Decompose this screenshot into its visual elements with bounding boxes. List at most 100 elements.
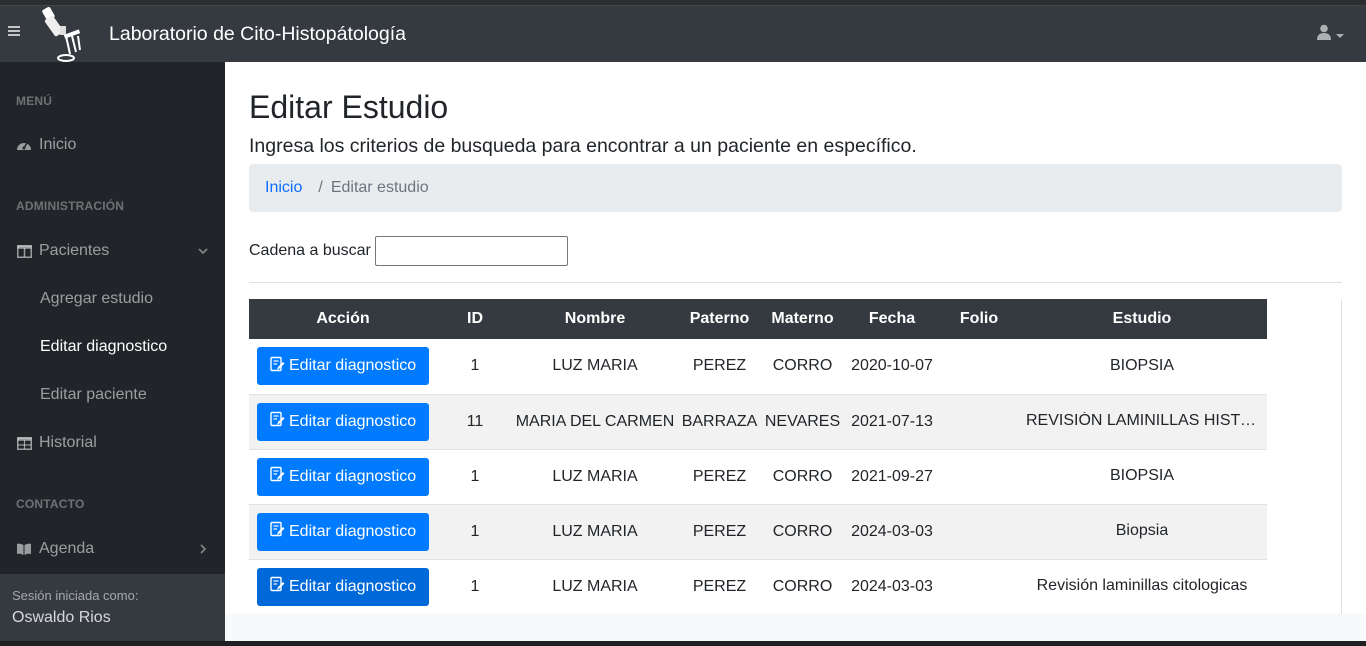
app-brand[interactable]: Laboratorio de Cito-Histopátología bbox=[109, 23, 406, 46]
sidebar-item-label: Historial bbox=[39, 434, 97, 451]
column-header-fecha[interactable]: Fecha bbox=[843, 299, 941, 339]
sidebar-item-label: Pacientes bbox=[39, 242, 110, 259]
window-bottom-edge bbox=[0, 641, 1366, 646]
estudio-text: REVISIÓN LAMINILLAS HISTOL... bbox=[1026, 412, 1258, 430]
user-menu-toggle[interactable] bbox=[1316, 24, 1344, 45]
table-row: Editar diagnostico 1 LUZ MARIA PEREZ COR… bbox=[249, 504, 1267, 560]
table-header-row: Acción ID Nombre Paterno Materno Fecha F… bbox=[249, 299, 1267, 339]
cell-paterno: BARRAZA bbox=[677, 394, 762, 450]
sidebar-item-label: Agregar estudio bbox=[40, 290, 153, 307]
sidebar-item-agenda[interactable]: Agenda bbox=[0, 529, 225, 569]
edit-diagnostic-button[interactable]: Editar diagnostico bbox=[257, 567, 429, 606]
sidebar-item-label: Editar diagnostico bbox=[40, 338, 168, 355]
cell-folio bbox=[941, 394, 1017, 450]
divider bbox=[249, 282, 1342, 283]
sidebar-item-pacientes[interactable]: Pacientes bbox=[0, 231, 225, 271]
session-caption: Sesión iniciada como: bbox=[12, 588, 139, 603]
cell-fecha: 2020-10-07 bbox=[843, 339, 941, 395]
cell-fecha: 2024-03-03 bbox=[843, 504, 941, 560]
sidebar-footer: Sesión iniciada como: Oswaldo Rios bbox=[0, 574, 225, 646]
button-label: Editar diagnostico bbox=[289, 577, 417, 595]
sidebar-item-editar-diagnostico[interactable]: Editar diagnostico bbox=[0, 327, 225, 367]
cell-materno: CORRO bbox=[762, 339, 843, 395]
column-header-materno[interactable]: Materno bbox=[762, 299, 843, 339]
column-header-folio[interactable]: Folio bbox=[941, 299, 1017, 339]
estudio-text: BIOPSIA bbox=[1109, 357, 1175, 375]
button-label: Editar diagnostico bbox=[289, 412, 417, 430]
estudio-text: BIOPSIA bbox=[1109, 467, 1175, 485]
sidebar-item-inicio[interactable]: Inicio bbox=[0, 125, 225, 165]
hamburger-icon[interactable] bbox=[8, 23, 22, 43]
cell-materno: CORRO bbox=[762, 449, 843, 505]
cell-id: 1 bbox=[437, 559, 513, 615]
sidebar-heading-menu: MENÚ bbox=[16, 94, 53, 108]
columns-icon bbox=[16, 244, 32, 258]
search-input[interactable] bbox=[374, 236, 568, 266]
content-footer-strip bbox=[225, 614, 1366, 641]
cell-id: 1 bbox=[437, 339, 513, 395]
cell-nombre: LUZ MARIA bbox=[513, 504, 677, 560]
edit-document-icon bbox=[269, 521, 285, 542]
top-navbar: Laboratorio de Cito-Histopátología bbox=[0, 6, 1366, 62]
sidebar-item-historial[interactable]: Historial bbox=[0, 423, 225, 463]
cell-materno: CORRO bbox=[762, 504, 843, 560]
sidebar-heading-admin: ADMINISTRACIÓN bbox=[16, 199, 125, 213]
button-label: Editar diagnostico bbox=[289, 467, 417, 485]
cell-paterno: PEREZ bbox=[677, 339, 762, 395]
results-table: Acción ID Nombre Paterno Materno Fecha F… bbox=[249, 299, 1267, 615]
cell-nombre: MARIA DEL CARMEN bbox=[513, 394, 677, 450]
column-header-nombre[interactable]: Nombre bbox=[513, 299, 677, 339]
breadcrumb-home-link[interactable]: Inicio bbox=[265, 179, 302, 197]
sidebar-item-agregar-estudio[interactable]: Agregar estudio bbox=[0, 279, 225, 319]
book-icon bbox=[16, 543, 32, 556]
sidebar-item-editar-paciente[interactable]: Editar paciente bbox=[0, 375, 225, 415]
edit-diagnostic-button[interactable]: Editar diagnostico bbox=[257, 512, 429, 551]
chevron-down-icon bbox=[197, 244, 209, 262]
column-header-estudio[interactable]: Estudio bbox=[1017, 299, 1267, 339]
sidebar-item-label: Agenda bbox=[39, 540, 95, 557]
edit-document-icon bbox=[269, 466, 285, 487]
cell-paterno: PEREZ bbox=[677, 504, 762, 560]
cell-fecha: 2021-09-27 bbox=[843, 449, 941, 505]
search-row: Cadena a buscar bbox=[249, 236, 568, 266]
cell-id: 1 bbox=[437, 449, 513, 505]
sidebar-item-label: Inicio bbox=[39, 136, 77, 153]
microscope-icon[interactable] bbox=[36, 6, 88, 64]
cell-estudio: BIOPSIA bbox=[1017, 449, 1267, 505]
cell-estudio: Revisión laminillas citologicas bbox=[1017, 559, 1267, 615]
results-table-container: Acción ID Nombre Paterno Materno Fecha F… bbox=[249, 299, 1342, 619]
edit-diagnostic-button[interactable]: Editar diagnostico bbox=[257, 402, 429, 441]
cell-estudio: REVISIÓN LAMINILLAS HISTOL... bbox=[1017, 394, 1267, 450]
cell-nombre: LUZ MARIA bbox=[513, 449, 677, 505]
edit-diagnostic-button[interactable]: Editar diagnostico bbox=[257, 457, 429, 496]
cell-nombre: LUZ MARIA bbox=[513, 559, 677, 615]
caret-down-icon bbox=[1336, 26, 1344, 44]
estudio-text: Revisión laminillas citologicas bbox=[1036, 577, 1248, 595]
column-header-paterno[interactable]: Paterno bbox=[677, 299, 762, 339]
column-header-id[interactable]: ID bbox=[437, 299, 513, 339]
edit-diagnostic-button[interactable]: Editar diagnostico bbox=[257, 347, 429, 386]
user-icon bbox=[1316, 24, 1332, 45]
cell-fecha: 2021-07-13 bbox=[843, 394, 941, 450]
breadcrumb: Inicio / Editar estudio bbox=[249, 164, 1342, 212]
table-row: Editar diagnostico 1 LUZ MARIA PEREZ COR… bbox=[249, 339, 1267, 395]
edit-document-icon bbox=[269, 411, 285, 432]
cell-folio bbox=[941, 339, 1017, 395]
cell-action: Editar diagnostico bbox=[249, 504, 437, 560]
page-title: Editar Estudio bbox=[249, 89, 449, 125]
cell-id: 11 bbox=[437, 394, 513, 450]
column-header-accion[interactable]: Acción bbox=[249, 299, 437, 339]
cell-materno: CORRO bbox=[762, 559, 843, 615]
cell-estudio: Biopsia bbox=[1017, 504, 1267, 560]
table-icon bbox=[16, 436, 32, 450]
sidebar: MENÚ Inicio ADMINISTRACIÓN Pacientes Agr… bbox=[0, 62, 225, 574]
search-label: Cadena a buscar bbox=[249, 242, 371, 259]
edit-document-icon bbox=[269, 356, 285, 377]
cell-folio bbox=[941, 504, 1017, 560]
breadcrumb-separator: / bbox=[318, 179, 323, 196]
table-row: Editar diagnostico 1 LUZ MARIA PEREZ COR… bbox=[249, 559, 1267, 615]
main-content: Editar Estudio Ingresa los criterios de … bbox=[225, 62, 1366, 641]
cell-nombre: LUZ MARIA bbox=[513, 339, 677, 395]
page-subtitle: Ingresa los criterios de busqueda para e… bbox=[249, 135, 917, 157]
chevron-right-icon bbox=[197, 542, 209, 560]
